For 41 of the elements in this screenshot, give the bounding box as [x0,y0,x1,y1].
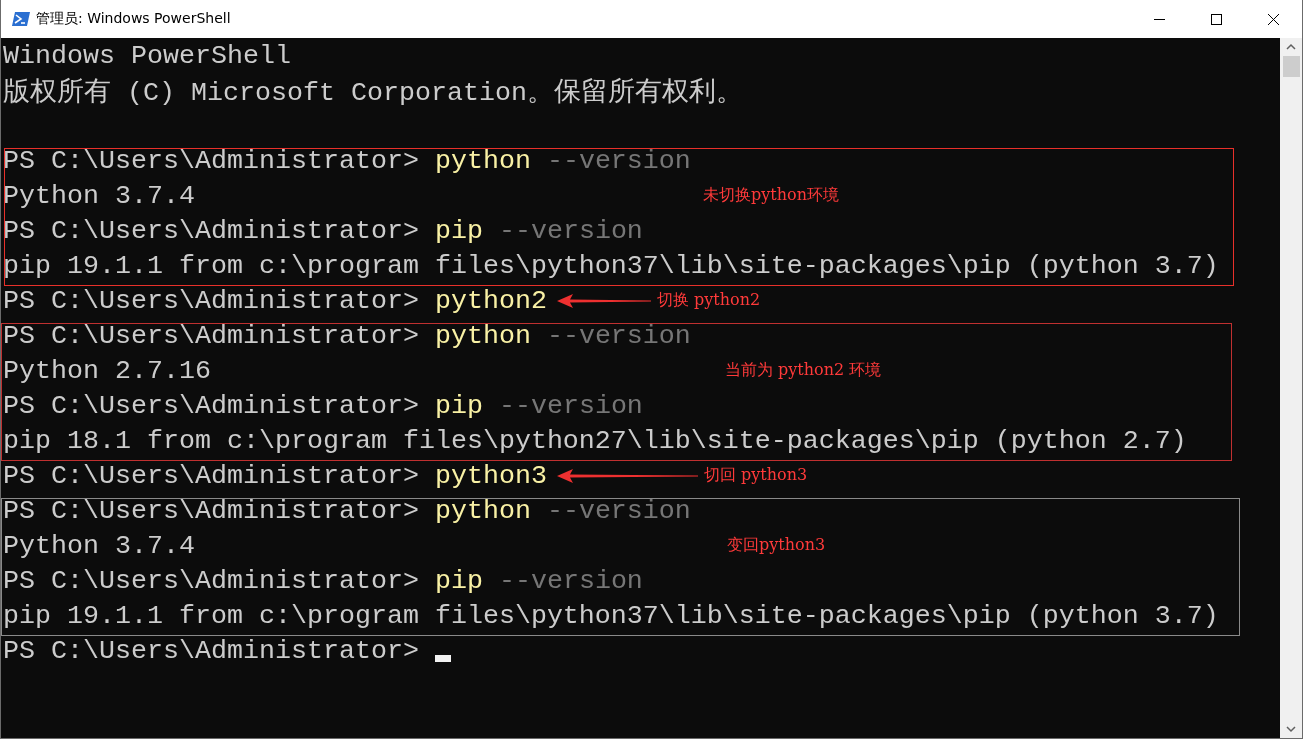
annotation-text: 变回python3 [727,535,826,556]
prompt-text: PS C:\Users\Administrator> [3,145,420,176]
command-text: python2 [434,285,547,316]
command-text: pip [434,390,483,421]
prompt-text: PS C:\Users\Administrator> [3,390,420,421]
command-text: python3 [434,460,547,491]
prompt-text: PS C:\Users\Administrator> [3,215,420,246]
command-text: pip [434,215,483,246]
window-title: 管理员: Windows PowerShell [36,10,232,28]
argument-text: --version [545,320,691,351]
annotation-text: 切回 python3 [704,465,808,486]
output-text: pip 19.1.1 from c:\program files\python37\lib\site-packages\pip (python 3.7) [3,600,1219,631]
annotation-text: 切换 python2 [657,290,761,311]
output-text: 版权所有 (C) Microsoft Corporation。保留所有权利。 [3,76,743,109]
command-text: python [434,495,531,526]
prompt-text: PS C:\Users\Administrator> [3,285,420,316]
close-icon [1268,13,1279,25]
prompt-text: PS C:\Users\Administrator> [3,320,420,351]
command-text: python [434,145,531,176]
annotation-text: 当前为 python2 环境 [725,360,882,381]
output-text: Python 3.7.4 [3,530,195,561]
prompt-text: PS C:\Users\Administrator> [3,460,420,491]
annotation-text: 未切换python环境 [703,185,839,206]
powershell-icon [12,11,30,27]
argument-text: --version [497,390,643,421]
prompt-text: PS C:\Users\Administrator> [3,495,420,526]
scrollbar-thumb[interactable] [1282,56,1300,77]
argument-text: --version [545,145,691,176]
output-text: Python 2.7.16 [3,355,211,386]
argument-text: --version [545,495,691,526]
prompt-text: PS C:\Users\Administrator> [3,635,420,666]
command-text: python [434,320,531,351]
maximize-icon [1211,13,1222,25]
output-text: pip 19.1.1 from c:\program files\python37\lib\site-packages\pip (python 3.7) [3,250,1219,281]
command-text: pip [434,565,483,596]
prompt-text: PS C:\Users\Administrator> [3,565,420,596]
argument-text: --version [497,565,643,596]
output-text: pip 18.1 from c:\program files\python27\lib\site-packages\pip (python 2.7) [3,425,1187,456]
argument-text: --version [497,215,643,246]
output-text: Windows PowerShell [3,40,291,71]
output-text: Python 3.7.4 [3,180,195,211]
